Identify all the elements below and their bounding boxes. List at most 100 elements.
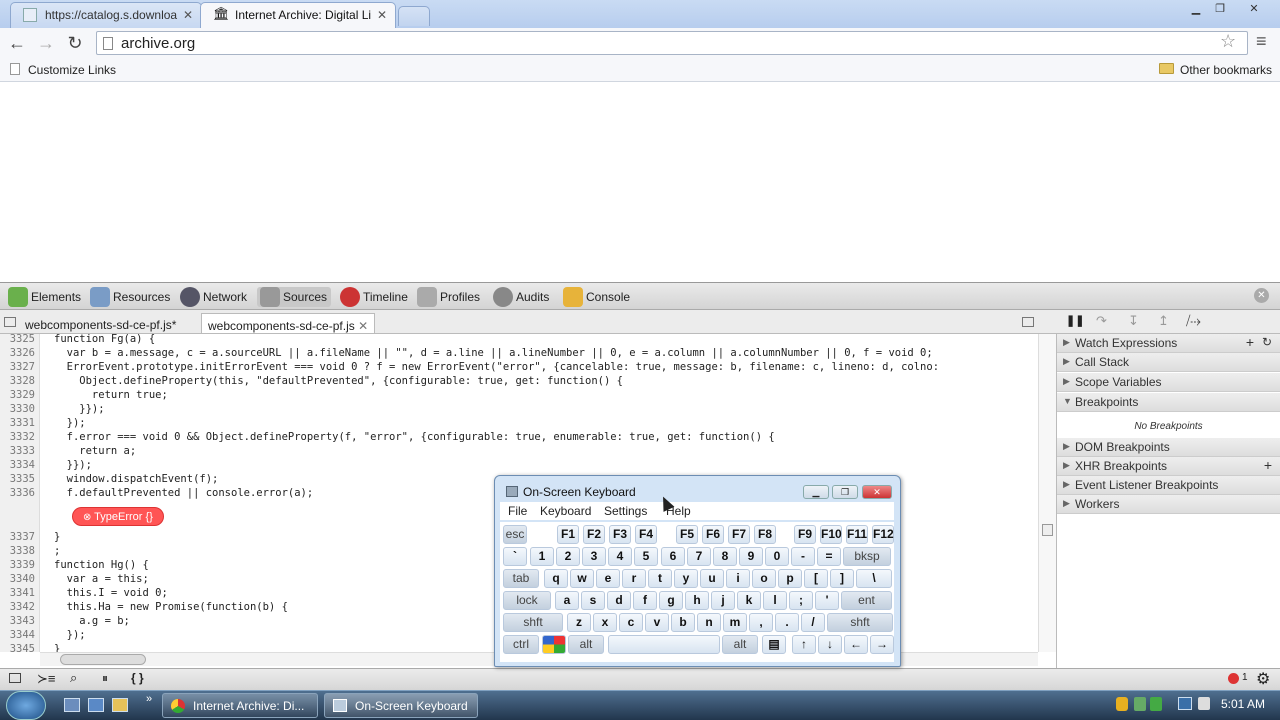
dock-icon[interactable] xyxy=(9,673,21,683)
line-number[interactable]: 3342 xyxy=(10,600,35,614)
deactivate-breakpoints-icon[interactable]: ⧸⇢ xyxy=(1186,313,1201,329)
overflow-icon[interactable]: » xyxy=(146,693,152,705)
key-0[interactable]: 0 xyxy=(765,547,789,566)
scroll-thumb[interactable] xyxy=(1042,524,1053,536)
key-v[interactable]: v xyxy=(645,613,669,632)
address-bar[interactable]: archive.org xyxy=(96,31,1248,55)
key-i[interactable]: i xyxy=(726,569,750,588)
line-number[interactable]: 3333 xyxy=(10,444,35,458)
close-icon[interactable]: ✕ xyxy=(358,319,368,333)
key-F7[interactable]: F7 xyxy=(728,525,750,544)
line-number[interactable]: 3331 xyxy=(10,416,35,430)
step-over-icon[interactable]: ↷ xyxy=(1096,313,1107,329)
menu-key-icon[interactable]: ▤ xyxy=(762,635,786,654)
key-][interactable]: ] xyxy=(830,569,854,588)
key-`[interactable]: ` xyxy=(503,547,527,566)
key-F9[interactable]: F9 xyxy=(794,525,816,544)
key-F6[interactable]: F6 xyxy=(702,525,724,544)
pretty-print-icon[interactable]: { } xyxy=(131,671,144,685)
key-n[interactable]: n xyxy=(697,613,721,632)
key-F11[interactable]: F11 xyxy=(846,525,868,544)
reload-icon[interactable]: ↻ xyxy=(65,33,85,54)
key-a[interactable]: a xyxy=(555,591,579,610)
restore-icon[interactable]: ❐ xyxy=(832,485,858,499)
windows-key-icon[interactable] xyxy=(542,635,566,654)
key-8[interactable]: 8 xyxy=(713,547,737,566)
add-icon[interactable]: + xyxy=(1264,457,1272,473)
taskbar-item-chrome[interactable]: Internet Archive: Di... xyxy=(162,693,318,718)
key-/[interactable]: / xyxy=(801,613,825,632)
key-c[interactable]: c xyxy=(619,613,643,632)
key-q[interactable]: q xyxy=(544,569,568,588)
close-icon[interactable]: ✕ xyxy=(183,8,193,22)
key-'[interactable]: ' xyxy=(815,591,839,610)
sidebar-section[interactable]: ▶ Workers xyxy=(1057,495,1280,514)
file-tab-active[interactable]: webcomponents-sd-ce-pf.js ✕ xyxy=(201,313,376,333)
key-2[interactable]: 2 xyxy=(556,547,580,566)
line-number[interactable]: 3344 xyxy=(10,628,35,642)
line-number[interactable]: 3336 xyxy=(10,486,35,500)
key-x[interactable]: x xyxy=(593,613,617,632)
bookmark-customize-links[interactable]: Customize Links xyxy=(28,63,116,77)
volume-icon[interactable] xyxy=(1198,697,1210,710)
key-k[interactable]: k xyxy=(737,591,761,610)
search-icon[interactable]: ⌕ xyxy=(70,670,77,686)
settings-gear-icon[interactable]: ⚙ xyxy=(1256,669,1270,689)
sidebar-section[interactable]: ▶ Call Stack xyxy=(1057,353,1280,372)
key-e[interactable]: e xyxy=(596,569,620,588)
line-number[interactable]: 3343 xyxy=(10,614,35,628)
key-5[interactable]: 5 xyxy=(634,547,658,566)
key-7[interactable]: 7 xyxy=(687,547,711,566)
key-→[interactable]: → xyxy=(870,635,894,654)
minimize-icon[interactable]: ▁ xyxy=(803,485,829,499)
key-u[interactable]: u xyxy=(700,569,724,588)
panel-profiles[interactable]: Profiles xyxy=(414,287,484,307)
line-number[interactable]: 3330 xyxy=(10,402,35,416)
key-f[interactable]: f xyxy=(633,591,657,610)
line-number[interactable]: 3332 xyxy=(10,430,35,444)
key-F8[interactable]: F8 xyxy=(754,525,776,544)
key-r[interactable]: r xyxy=(622,569,646,588)
forward-icon[interactable]: → xyxy=(36,33,56,54)
line-number[interactable]: 3338 xyxy=(10,544,35,558)
console-drawer-icon[interactable]: ≻≡ xyxy=(37,671,55,687)
line-number[interactable]: 3337 xyxy=(10,530,35,544)
close-icon[interactable]: ✕ xyxy=(377,8,387,22)
key-lock[interactable]: lock xyxy=(503,591,551,610)
key-t[interactable]: t xyxy=(648,569,672,588)
key-shft[interactable]: shft xyxy=(827,613,893,632)
pause-on-exceptions-icon[interactable]: ⏸ xyxy=(102,671,108,686)
minimize-icon[interactable]: ▁ xyxy=(1184,2,1208,18)
other-bookmarks[interactable]: Other bookmarks xyxy=(1180,63,1272,77)
spacebar[interactable] xyxy=(608,635,720,654)
error-count-icon[interactable] xyxy=(1228,673,1239,684)
key-9[interactable]: 9 xyxy=(739,547,763,566)
close-window-icon[interactable]: ✕ xyxy=(862,485,892,499)
key-esc[interactable]: esc xyxy=(503,525,527,544)
line-number[interactable]: 3329 xyxy=(10,388,35,402)
key-j[interactable]: j xyxy=(711,591,735,610)
key-ctrl[interactable]: ctrl xyxy=(503,635,539,654)
key-,[interactable]: , xyxy=(749,613,773,632)
key-F2[interactable]: F2 xyxy=(583,525,605,544)
line-number[interactable]: 3340 xyxy=(10,572,35,586)
navigator-toggle-icon[interactable] xyxy=(4,317,16,327)
show-desktop-icon[interactable] xyxy=(64,698,80,712)
key-s[interactable]: s xyxy=(581,591,605,610)
tray-app-icon[interactable] xyxy=(1150,697,1162,711)
panel-network[interactable]: Network xyxy=(177,287,251,307)
key-4[interactable]: 4 xyxy=(608,547,632,566)
key-↑[interactable]: ↑ xyxy=(792,635,816,654)
key-6[interactable]: 6 xyxy=(661,547,685,566)
key-←[interactable]: ← xyxy=(844,635,868,654)
menu-settings[interactable]: Settings xyxy=(604,504,647,518)
line-number[interactable]: 3325 xyxy=(10,332,35,346)
line-number[interactable]: 3341 xyxy=(10,586,35,600)
key-b[interactable]: b xyxy=(671,613,695,632)
line-number[interactable]: 3334 xyxy=(10,458,35,472)
key-;[interactable]: ; xyxy=(789,591,813,610)
key-F5[interactable]: F5 xyxy=(676,525,698,544)
key-o[interactable]: o xyxy=(752,569,776,588)
key-bksp[interactable]: bksp xyxy=(843,547,891,566)
panel-sources[interactable]: Sources xyxy=(257,287,332,307)
